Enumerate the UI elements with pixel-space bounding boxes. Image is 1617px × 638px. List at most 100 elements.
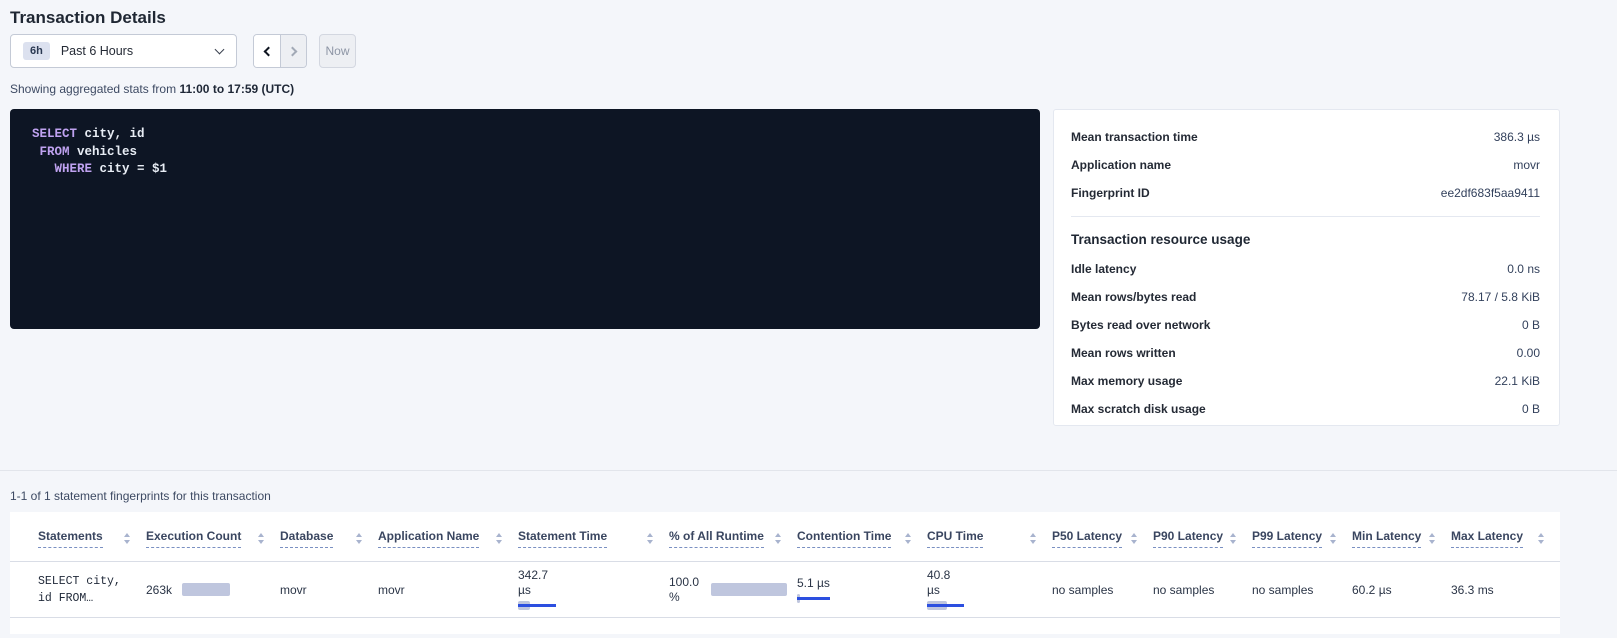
sort-arrows-icon bbox=[647, 533, 653, 544]
summary-value: movr bbox=[1513, 158, 1540, 172]
aggregated-stats-prefix: Showing aggregated stats from bbox=[10, 82, 176, 96]
statement-row: SELECT city, id FROM… 263k movr movr bbox=[10, 562, 1560, 618]
now-button[interactable]: Now bbox=[319, 34, 356, 68]
next-time-range-button[interactable] bbox=[280, 35, 306, 67]
summary-value: 22.1 KiB bbox=[1495, 374, 1540, 388]
summary-row: Mean transaction time 386.3 µs bbox=[1071, 123, 1540, 151]
sort-arrows-icon bbox=[905, 533, 911, 544]
sql-keyword: WHERE bbox=[32, 162, 92, 176]
table-header-row: Statements Execution Count Database Appl… bbox=[10, 512, 1560, 562]
summary-value: 0 B bbox=[1522, 318, 1540, 332]
sort-arrows-icon bbox=[258, 533, 264, 544]
pct-runtime-cell: 100.0 % bbox=[669, 575, 787, 605]
sql-keyword: SELECT bbox=[32, 127, 77, 141]
pct-runtime-value: 100.0 bbox=[669, 575, 699, 590]
statement-text: id FROM… bbox=[38, 592, 93, 605]
summary-row: Bytes read over network 0 B bbox=[1071, 311, 1540, 339]
sort-arrows-icon bbox=[1429, 533, 1435, 544]
statement-link[interactable]: SELECT city, id FROM… bbox=[38, 573, 136, 607]
sort-arrows-icon bbox=[356, 533, 362, 544]
summary-row: Application name movr bbox=[1071, 151, 1540, 179]
column-label: Statements bbox=[38, 529, 103, 548]
statements-table: Statements Execution Count Database Appl… bbox=[10, 512, 1560, 618]
min-latency-value: 60.2 µs bbox=[1352, 562, 1451, 618]
summary-value: 0 B bbox=[1522, 402, 1540, 416]
database-value: movr bbox=[280, 562, 378, 618]
column-header-database[interactable]: Database bbox=[280, 512, 378, 562]
transaction-summary-card: Mean transaction time 386.3 µs Applicati… bbox=[1053, 109, 1560, 426]
sql-line: WHERE city = $1 bbox=[32, 161, 1020, 179]
chevron-left-icon bbox=[264, 46, 274, 56]
column-label: Min Latency bbox=[1352, 529, 1421, 548]
column-header-pct-of-all-runtime[interactable]: % of All Runtime bbox=[669, 512, 797, 562]
sql-line: FROM vehicles bbox=[32, 144, 1020, 162]
column-header-statement-time[interactable]: Statement Time bbox=[518, 512, 669, 562]
summary-row: Mean rows written 0.00 bbox=[1071, 339, 1540, 367]
sql-text: vehicles bbox=[70, 145, 138, 159]
column-header-p99-latency[interactable]: P99 Latency bbox=[1252, 512, 1352, 562]
summary-row: Mean rows/bytes read 78.17 / 5.8 KiB bbox=[1071, 283, 1540, 311]
column-header-contention-time[interactable]: Contention Time bbox=[797, 512, 927, 562]
column-header-p90-latency[interactable]: P90 Latency bbox=[1153, 512, 1252, 562]
sort-arrows-icon bbox=[1230, 533, 1236, 544]
column-header-max-latency[interactable]: Max Latency bbox=[1451, 512, 1560, 562]
chevron-down-icon bbox=[215, 45, 225, 55]
summary-label: Mean rows written bbox=[1071, 346, 1176, 360]
statements-table-card: Statements Execution Count Database Appl… bbox=[10, 512, 1560, 634]
sort-arrows-icon bbox=[1330, 533, 1336, 544]
application-name-value: movr bbox=[378, 562, 518, 618]
column-header-min-latency[interactable]: Min Latency bbox=[1352, 512, 1451, 562]
pct-runtime-bar bbox=[711, 583, 787, 596]
summary-label: Mean transaction time bbox=[1071, 130, 1198, 144]
column-label: P90 Latency bbox=[1153, 529, 1223, 548]
column-label: P99 Latency bbox=[1252, 529, 1322, 548]
summary-value: ee2df683f5aa9411 bbox=[1441, 186, 1540, 200]
contention-time-bar bbox=[797, 594, 847, 604]
sort-arrows-icon bbox=[1131, 533, 1137, 544]
prev-time-range-button[interactable] bbox=[254, 35, 280, 67]
page-title: Transaction Details bbox=[10, 0, 1560, 28]
p90-latency-value: no samples bbox=[1153, 562, 1252, 618]
time-range-dropdown[interactable]: 6h Past 6 Hours bbox=[10, 34, 237, 68]
sort-arrows-icon bbox=[124, 533, 130, 544]
column-label: CPU Time bbox=[927, 529, 983, 548]
column-header-execution-count[interactable]: Execution Count bbox=[146, 512, 280, 562]
column-header-p50-latency[interactable]: P50 Latency bbox=[1052, 512, 1153, 562]
statement-time-value: 342.7 bbox=[518, 568, 659, 583]
aggregated-stats-line: Showing aggregated stats from 11:00 to 1… bbox=[10, 82, 1560, 96]
summary-value: 78.17 / 5.8 KiB bbox=[1461, 290, 1540, 304]
summary-row: Max memory usage 22.1 KiB bbox=[1071, 367, 1540, 395]
column-label: Contention Time bbox=[797, 529, 891, 548]
sort-arrows-icon bbox=[1538, 533, 1544, 544]
time-range-label: Past 6 Hours bbox=[61, 44, 133, 58]
sort-arrows-icon bbox=[496, 533, 502, 544]
sql-statement-box: SELECT city, id FROM vehicles WHERE city… bbox=[10, 109, 1040, 329]
summary-label: Max scratch disk usage bbox=[1071, 402, 1206, 416]
time-range-badge: 6h bbox=[23, 42, 50, 60]
statement-time-bar bbox=[518, 601, 568, 611]
summary-label: Application name bbox=[1071, 158, 1171, 172]
cpu-time-unit: µs bbox=[927, 583, 1042, 598]
execution-count-bar bbox=[182, 583, 230, 596]
summary-value: 0.00 bbox=[1517, 346, 1540, 360]
time-range-nav-group bbox=[253, 34, 307, 68]
column-label: Max Latency bbox=[1451, 529, 1523, 548]
summary-row: Idle latency 0.0 ns bbox=[1071, 255, 1540, 283]
column-header-application-name[interactable]: Application Name bbox=[378, 512, 518, 562]
column-header-statements[interactable]: Statements bbox=[10, 512, 146, 562]
cpu-time-bar bbox=[927, 601, 977, 611]
sort-arrows-icon bbox=[775, 533, 781, 544]
max-latency-value: 36.3 ms bbox=[1451, 562, 1560, 618]
aggregated-stats-range: 11:00 to 17:59 (UTC) bbox=[179, 82, 294, 96]
column-label: Database bbox=[280, 529, 333, 548]
column-header-cpu-time[interactable]: CPU Time bbox=[927, 512, 1052, 562]
p50-latency-value: no samples bbox=[1052, 562, 1153, 618]
time-range-toolbar: 6h Past 6 Hours Now bbox=[10, 34, 1560, 68]
sql-text: city, id bbox=[77, 127, 145, 141]
statement-time-cell: 342.7 µs bbox=[518, 568, 659, 611]
summary-label: Mean rows/bytes read bbox=[1071, 290, 1196, 304]
summary-label: Fingerprint ID bbox=[1071, 186, 1150, 200]
summary-row: Fingerprint ID ee2df683f5aa9411 bbox=[1071, 179, 1540, 207]
p99-latency-value: no samples bbox=[1252, 562, 1352, 618]
resource-usage-title: Transaction resource usage bbox=[1071, 217, 1540, 255]
